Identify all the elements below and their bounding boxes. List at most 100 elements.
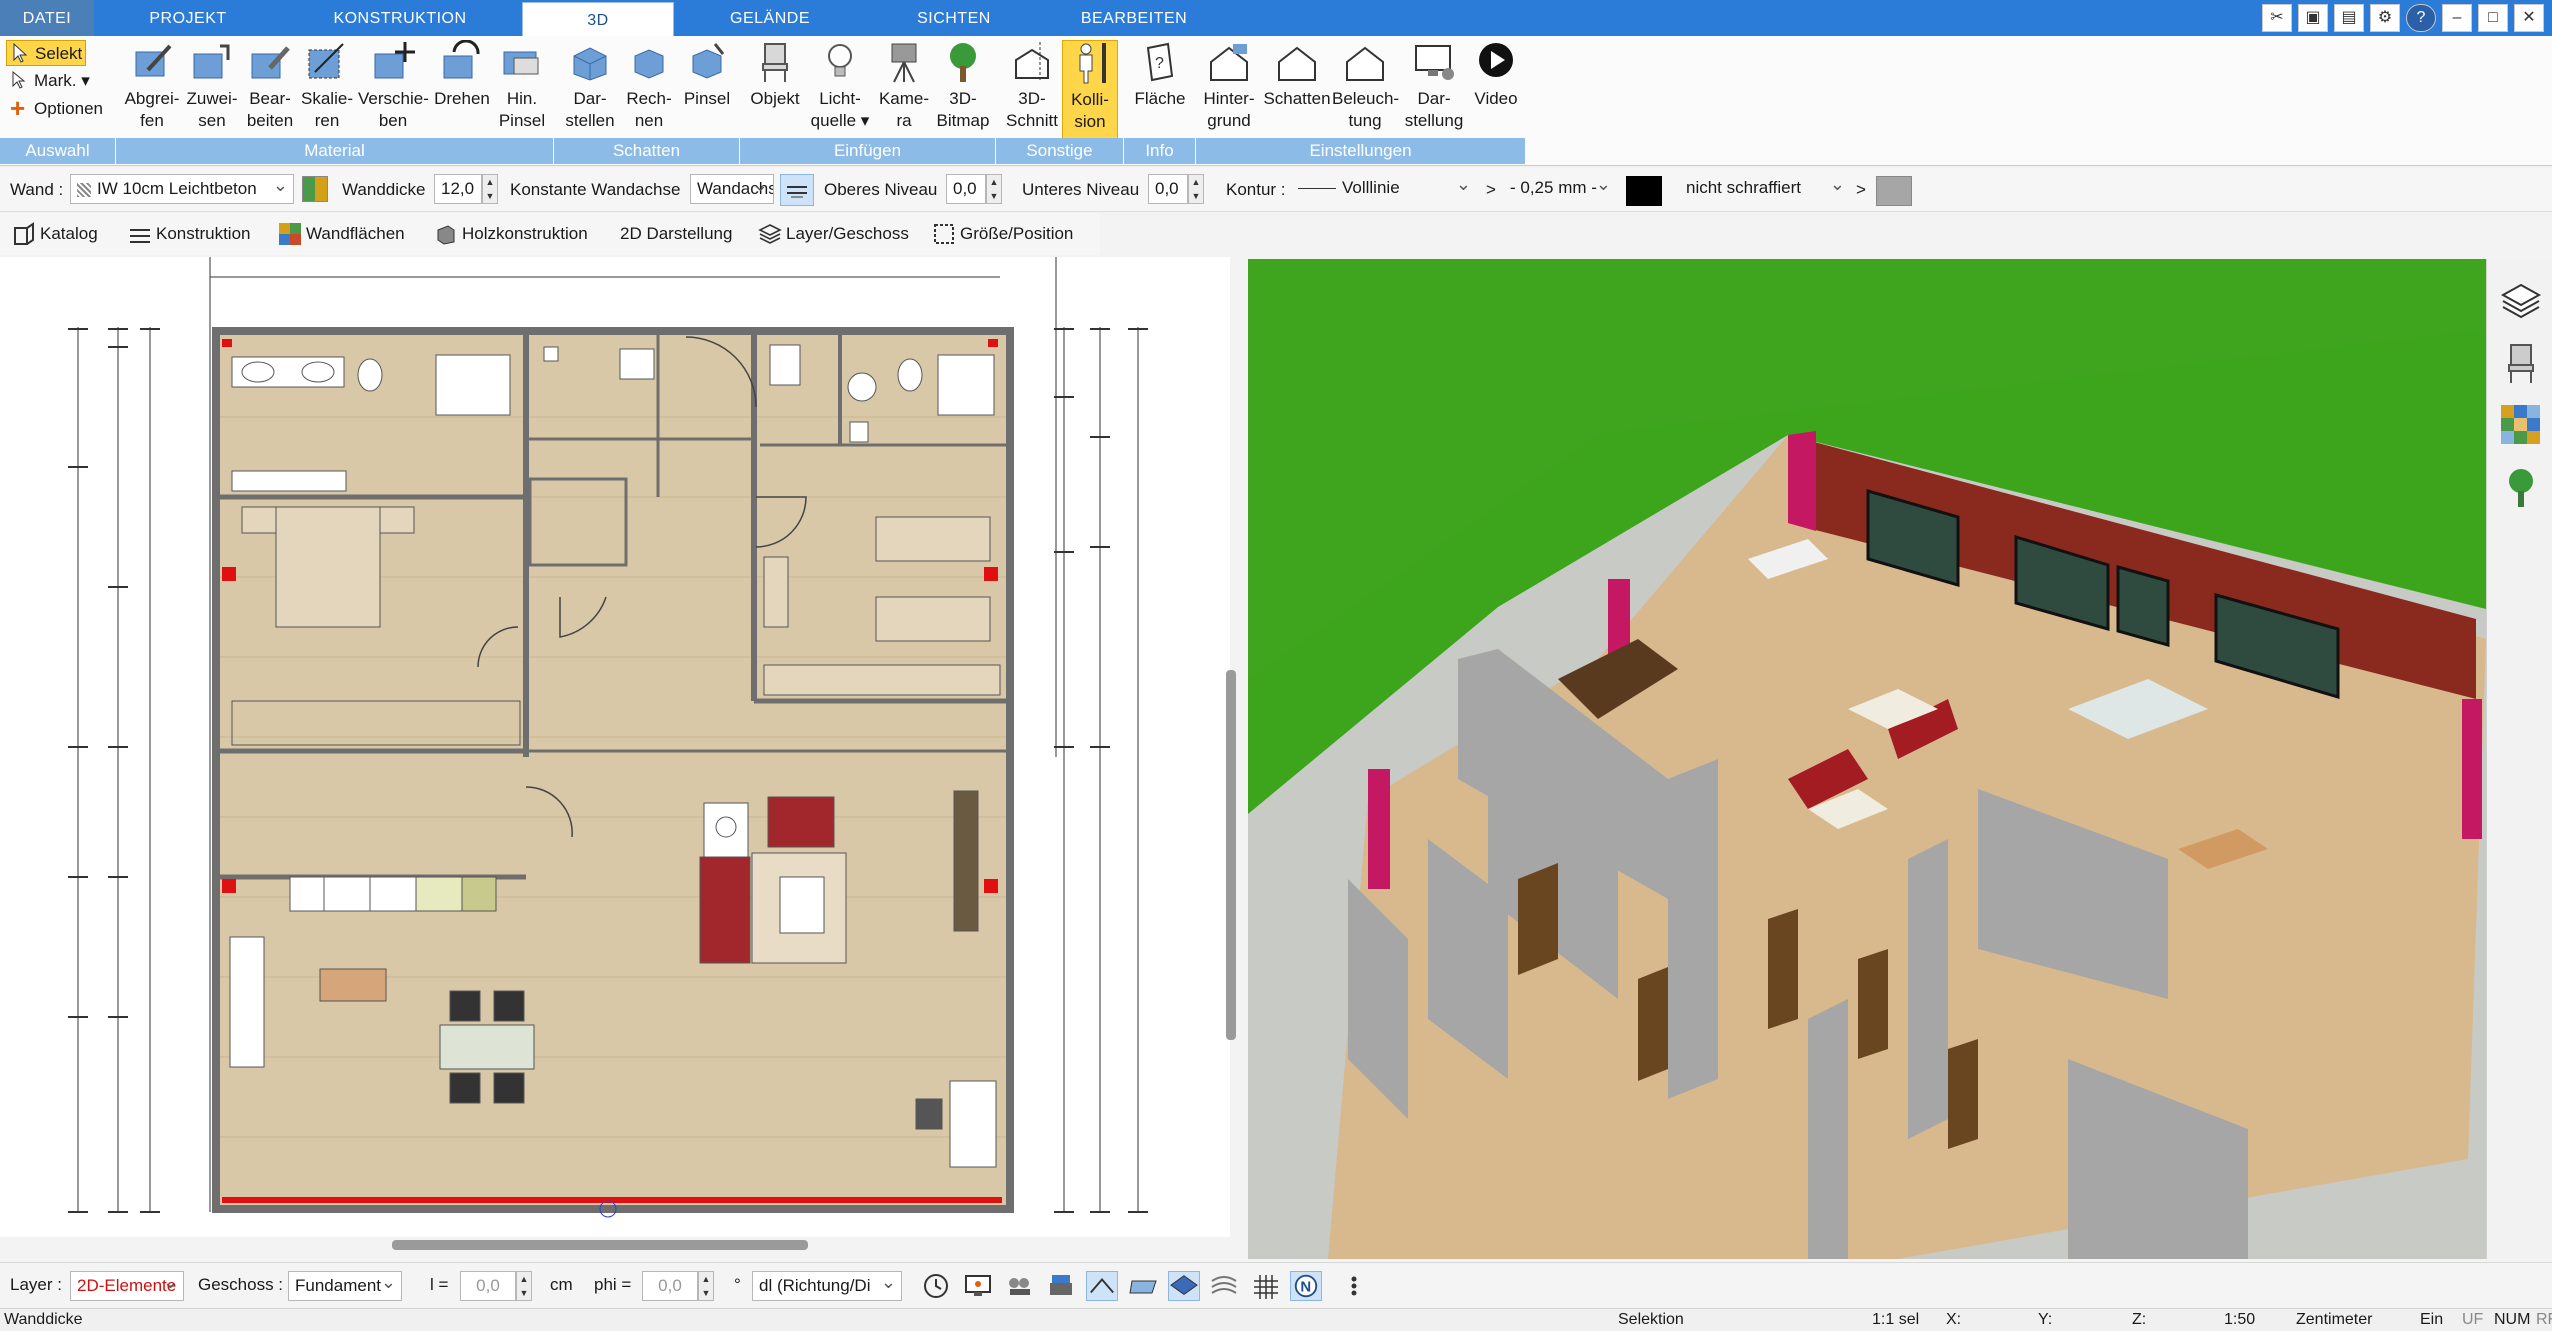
maximize-button[interactable]: □ <box>2478 4 2508 32</box>
shadow-brush-button[interactable]: Pinsel <box>678 40 736 140</box>
video-button[interactable]: Video <box>1468 40 1524 140</box>
shadow-settings-button[interactable]: Schatten <box>1262 40 1332 140</box>
wall-align-icon[interactable] <box>780 174 814 206</box>
3d-view[interactable] <box>1248 259 2486 1259</box>
line-color-swatch[interactable] <box>1626 176 1662 206</box>
display-settings-button[interactable]: Dar-stellung <box>1400 40 1468 140</box>
tab-edit[interactable]: BEARBEITEN <box>1046 0 1222 36</box>
plan-horizontal-scrollbar[interactable] <box>392 1240 808 1250</box>
lower-level-input[interactable]: 0,0 <box>1148 174 1188 204</box>
const-axis-label: Konstante Wandachse <box>510 180 681 199</box>
shadow-show-button[interactable]: Dar-stellen <box>560 40 620 140</box>
upper-level-spinner[interactable]: ▲ ▼ <box>986 174 1002 204</box>
camera-button[interactable]: Kame-ra <box>874 40 934 140</box>
wall-surfaces-button[interactable]: Wandflächen <box>276 219 405 249</box>
move-material-button[interactable]: Verschie-ben <box>358 40 429 140</box>
layers-panel-icon[interactable] <box>2499 279 2543 323</box>
wall-type-select[interactable]: IW 10cm Leichtbeton <box>70 174 294 204</box>
furniture-catalog-icon[interactable] <box>2499 341 2543 385</box>
camera-path-icon[interactable] <box>1004 1271 1036 1301</box>
size-position-label: Größe/Position <box>960 224 1074 243</box>
tab-file[interactable]: DATEI <box>0 0 94 36</box>
tools-icon[interactable]: ✂ <box>2262 4 2292 32</box>
printer-icon[interactable] <box>1046 1271 1078 1301</box>
close-button[interactable]: ✕ <box>2514 4 2544 32</box>
rotate-material-button[interactable]: Drehen <box>430 40 494 140</box>
layer-floor-button[interactable]: Layer/Geschoss <box>756 219 909 249</box>
assign-material-button[interactable]: Zuwei-sen <box>184 40 240 140</box>
material-swatch-icon[interactable] <box>302 176 328 202</box>
section-3d-button[interactable]: 3D- Schnitt <box>1002 40 1062 140</box>
floor-select[interactable]: Fundament <box>288 1271 402 1301</box>
length-input[interactable]: 0,0 <box>460 1271 516 1301</box>
monitor-icon[interactable] <box>962 1271 994 1301</box>
scale-material-button[interactable]: Skalie-ren <box>298 40 356 140</box>
angle-spinner[interactable]: ▲ ▼ <box>698 1271 714 1301</box>
tab-construction[interactable]: KONSTRUKTION <box>286 0 514 36</box>
hatch-select[interactable]: nicht schraffiert <box>1680 174 1850 204</box>
wall-draw-icon[interactable] <box>1086 1271 1118 1301</box>
more-options-icon[interactable] <box>1338 1271 1370 1301</box>
snap-icon[interactable] <box>1208 1271 1240 1301</box>
background-button[interactable]: Hinter-grund <box>1198 40 1260 140</box>
box-icon[interactable]: ▣ <box>2298 4 2328 32</box>
size-position-button[interactable]: Größe/Position <box>930 219 1073 249</box>
fill-color-swatch[interactable] <box>1876 176 1912 206</box>
plan-vertical-scrollbar[interactable] <box>1226 670 1236 1040</box>
length-spinner[interactable]: ▲ ▼ <box>516 1271 532 1301</box>
edit-material-button[interactable]: Bear-beiten <box>242 40 298 140</box>
help-icon[interactable]: ? <box>2406 4 2436 32</box>
line-style-arrow[interactable]: > <box>1486 180 1496 200</box>
lighting-button[interactable]: Beleuch-tung <box>1332 40 1399 140</box>
bg-brush-label-2: Pinsel <box>498 111 546 130</box>
layer-select[interactable]: 2D-Elemente <box>70 1271 184 1301</box>
const-axis-select[interactable]: Wandachse <box>690 174 774 204</box>
light-source-button[interactable]: Licht-quelle ▾ <box>810 40 870 140</box>
line-width-select[interactable]: - 0,25 mm - <box>1504 174 1616 204</box>
edit-label-2: beiten <box>246 111 294 130</box>
bitmap-3d-button[interactable]: 3D- Bitmap <box>934 40 992 140</box>
minimize-button[interactable]: – <box>2442 4 2472 32</box>
tab-terrain[interactable]: GELÄNDE <box>680 0 860 36</box>
floor-fill-icon[interactable] <box>1168 1271 1200 1301</box>
svg-text:N: N <box>1300 1279 1311 1296</box>
tab-views[interactable]: SICHTEN <box>866 0 1042 36</box>
hatch-toggle-icon[interactable] <box>1128 1271 1160 1301</box>
shadow-calc-button[interactable]: Rech-nen <box>620 40 678 140</box>
settings-icon[interactable]: ⚙ <box>2370 4 2400 32</box>
group-label-selection: Auswahl <box>0 138 116 164</box>
thickness-input[interactable]: 12,0 <box>434 174 482 204</box>
collision-toggle[interactable]: Kolli-sion <box>1062 40 1118 140</box>
materials-panel-icon[interactable] <box>2499 403 2543 447</box>
floor-plan-2d-view[interactable] <box>0 257 1230 1237</box>
line-style-select[interactable]: Volllinie <box>1292 174 1476 204</box>
plants-panel-icon[interactable] <box>2499 465 2543 509</box>
wood-construction-button[interactable]: Holzkonstruktion <box>432 219 588 249</box>
2d-display-button[interactable]: 2D Darstellung <box>616 219 732 249</box>
tab-3d[interactable]: 3D <box>522 2 674 36</box>
grid-icon[interactable] <box>1250 1271 1282 1301</box>
pick-material-button[interactable]: Abgrei-fen <box>120 40 184 140</box>
layout-icon[interactable]: ▤ <box>2334 4 2364 32</box>
thickness-spinner[interactable]: ▲ ▼ <box>482 174 498 204</box>
direction-select[interactable]: dl (Richtung/Di <box>752 1271 902 1301</box>
tab-project[interactable]: PROJEKT <box>100 0 276 36</box>
hatch-arrow[interactable]: > <box>1856 180 1866 200</box>
options-button[interactable]: + Optionen <box>6 95 103 122</box>
clock-icon[interactable] <box>920 1271 952 1301</box>
lower-level-spinner[interactable]: ▲ ▼ <box>1188 174 1204 204</box>
north-icon[interactable]: N <box>1290 1271 1322 1301</box>
rotate-label: Drehen <box>434 89 490 108</box>
upper-level-input[interactable]: 0,0 <box>946 174 986 204</box>
select-button[interactable]: Selekt <box>6 40 86 66</box>
area-button[interactable]: ? Fläche <box>1128 40 1192 140</box>
floor-plan-drawing[interactable] <box>0 257 1230 1237</box>
insert-object-button[interactable]: Objekt <box>746 40 804 140</box>
status-hint: Wanddicke <box>4 1311 83 1328</box>
construction-button[interactable]: Konstruktion <box>126 219 251 249</box>
catalog-button[interactable]: Katalog <box>10 219 98 249</box>
angle-input[interactable]: 0,0 <box>642 1271 698 1301</box>
mark-button[interactable]: Mark. ▾ <box>6 68 90 94</box>
3d-house-render[interactable] <box>1248 259 2486 1259</box>
background-brush-button[interactable]: Hin. Pinsel <box>496 40 548 140</box>
